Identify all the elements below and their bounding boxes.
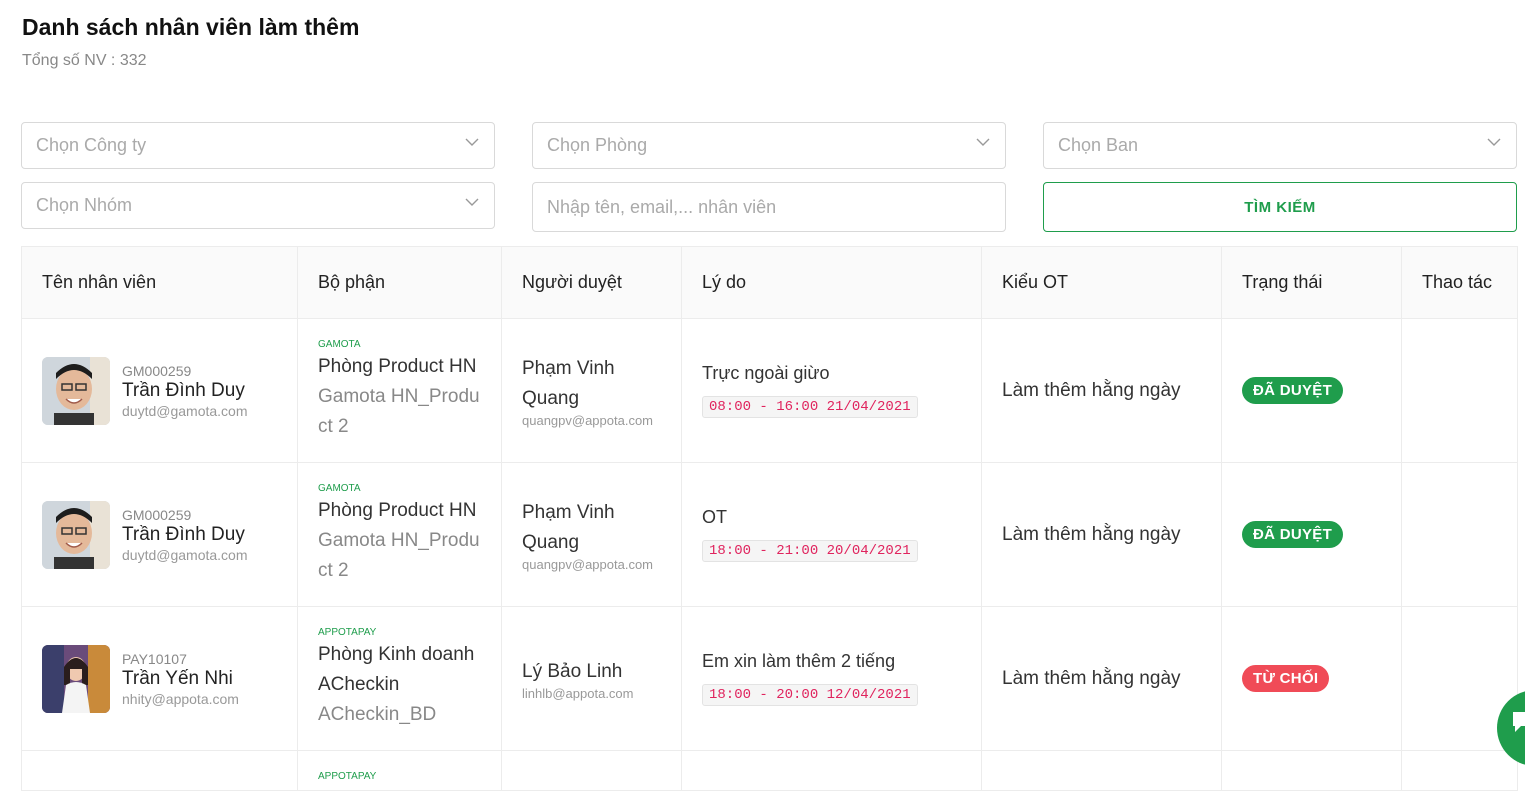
company-select[interactable]: Chọn Công ty xyxy=(21,122,495,169)
table-row[interactable]: APPOTAPAY xyxy=(21,750,1518,791)
department-cell: APPOTAPAY Phòng Kinh doanh ACheckin AChe… xyxy=(297,606,502,751)
approver-cell: Phạm Vinh Quang quangpv@appota.com xyxy=(501,462,682,607)
team-name: Gamota HN_Product 2 xyxy=(318,386,480,437)
ot-type-cell: Làm thêm hằng ngày xyxy=(981,318,1222,463)
approver-cell: Lý Bảo Linh linhlb@appota.com xyxy=(501,606,682,751)
employee-name: Trần Yến Nhi xyxy=(122,667,233,689)
column-header-reason[interactable]: Lý do xyxy=(681,246,982,319)
reason-text: Trực ngoài giừo xyxy=(702,363,830,383)
status-cell xyxy=(1221,750,1402,791)
chat-bubble-icon xyxy=(1513,712,1525,732)
table-row[interactable]: GM000259 Trần Đình Duy duytd@gamota.com … xyxy=(21,462,1518,607)
employee-code: GM000259 xyxy=(122,362,192,379)
chevron-down-icon xyxy=(976,138,990,146)
approver-name: Lý Bảo Linh xyxy=(522,661,623,682)
approver-name: Phạm Vinh Quang xyxy=(522,502,615,553)
group-select-placeholder: Chọn Nhóm xyxy=(36,195,133,215)
reason-cell: Em xin làm thêm 2 tiếng 18:00 - 20:00 12… xyxy=(681,606,982,751)
employee-count: Tổng số NV : 332 xyxy=(22,52,147,69)
employee-cell: GM000259 Trần Đình Duy duytd@gamota.com xyxy=(21,462,298,607)
department-name: Phòng Product HN xyxy=(318,500,477,521)
employee-name: Trần Đình Duy xyxy=(122,379,245,401)
employee-email: nhity@appota.com xyxy=(122,690,239,707)
table-header-row: Tên nhân viên Bộ phận Người duyệt Lý do … xyxy=(21,246,1518,319)
avatar xyxy=(42,644,110,713)
ot-type-cell: Làm thêm hằng ngày xyxy=(981,462,1222,607)
reason-cell xyxy=(681,750,982,791)
approver-cell xyxy=(501,750,682,791)
team-name: Gamota HN_Product 2 xyxy=(318,530,480,581)
table-row[interactable]: PAY10107 Trần Yến Nhi nhity@appota.com A… xyxy=(21,606,1518,751)
room-select-placeholder: Chọn Phòng xyxy=(547,135,648,155)
column-header-department[interactable]: Bộ phận xyxy=(297,246,502,319)
status-cell: ĐÃ DUYỆT xyxy=(1221,318,1402,463)
time-range-chip: 18:00 - 20:00 12/04/2021 xyxy=(702,684,918,706)
column-header-actions: Thao tác xyxy=(1401,246,1518,319)
actions-cell xyxy=(1401,462,1518,607)
ot-type-cell xyxy=(981,750,1222,791)
time-range-chip: 18:00 - 21:00 20/04/2021 xyxy=(702,540,918,562)
company-label: APPOTAPAY xyxy=(318,627,377,638)
company-label: GAMOTA xyxy=(318,483,361,494)
chevron-down-icon xyxy=(1487,138,1501,146)
status-badge: ĐÃ DUYỆT xyxy=(1242,521,1344,548)
company-label: GAMOTA xyxy=(318,339,361,350)
reason-cell: OT 18:00 - 21:00 20/04/2021 xyxy=(681,462,982,607)
ot-type-text: Làm thêm hằng ngày xyxy=(1002,379,1181,401)
column-header-ot-type[interactable]: Kiểu OT xyxy=(981,246,1222,319)
status-cell: TỪ CHỐI xyxy=(1221,606,1402,751)
employee-email: duytd@gamota.com xyxy=(122,402,248,419)
status-cell: ĐÃ DUYỆT xyxy=(1221,462,1402,607)
actions-cell xyxy=(1401,750,1518,791)
employee-code: PAY10107 xyxy=(122,650,187,667)
time-range-chip: 08:00 - 16:00 21/04/2021 xyxy=(702,396,918,418)
department-cell: APPOTAPAY xyxy=(297,750,502,791)
table-row[interactable]: GM000259 Trần Đình Duy duytd@gamota.com … xyxy=(21,318,1518,463)
department-name: Phòng Kinh doanh ACheckin xyxy=(318,644,475,695)
column-header-approver[interactable]: Người duyệt xyxy=(501,246,682,319)
chevron-down-icon xyxy=(465,198,479,206)
status-badge: TỪ CHỐI xyxy=(1242,665,1330,692)
employee-email: duytd@gamota.com xyxy=(122,546,248,563)
company-select-placeholder: Chọn Công ty xyxy=(36,135,147,155)
reason-text: OT xyxy=(702,507,727,527)
board-select[interactable]: Chọn Ban xyxy=(1043,122,1517,169)
approver-email: quangpv@appota.com xyxy=(522,557,654,572)
approver-email: quangpv@appota.com xyxy=(522,413,654,428)
overtime-table: Tên nhân viên Bộ phận Người duyệt Lý do … xyxy=(21,246,1518,791)
avatar xyxy=(42,356,110,425)
page-title: Danh sách nhân viên làm thêm xyxy=(22,14,360,40)
ot-type-text: Làm thêm hằng ngày xyxy=(1002,523,1181,545)
employee-search-input[interactable] xyxy=(532,182,1006,232)
board-select-placeholder: Chọn Ban xyxy=(1058,135,1139,155)
employee-name: Trần Đình Duy xyxy=(122,523,245,545)
reason-text: Em xin làm thêm 2 tiếng xyxy=(702,651,896,671)
chevron-down-icon xyxy=(465,138,479,146)
employee-cell xyxy=(21,750,298,791)
column-header-employee[interactable]: Tên nhân viên xyxy=(21,246,298,319)
approver-email: linhlb@appota.com xyxy=(522,686,634,701)
ot-type-text: Làm thêm hằng ngày xyxy=(1002,667,1181,689)
department-cell: GAMOTA Phòng Product HN Gamota HN_Produc… xyxy=(297,462,502,607)
ot-type-cell: Làm thêm hằng ngày xyxy=(981,606,1222,751)
actions-cell xyxy=(1401,318,1518,463)
employee-cell: PAY10107 Trần Yến Nhi nhity@appota.com xyxy=(21,606,298,751)
avatar xyxy=(42,500,110,569)
team-name: ACheckin_BD xyxy=(318,704,437,725)
column-header-status[interactable]: Trạng thái xyxy=(1221,246,1402,319)
department-cell: GAMOTA Phòng Product HN Gamota HN_Produc… xyxy=(297,318,502,463)
group-select[interactable]: Chọn Nhóm xyxy=(21,182,495,229)
reason-cell: Trực ngoài giừo 08:00 - 16:00 21/04/2021 xyxy=(681,318,982,463)
room-select[interactable]: Chọn Phòng xyxy=(532,122,1006,169)
approver-name: Phạm Vinh Quang xyxy=(522,358,615,409)
employee-cell: GM000259 Trần Đình Duy duytd@gamota.com xyxy=(21,318,298,463)
search-button[interactable]: TÌM KIẾM xyxy=(1043,182,1517,232)
employee-code: GM000259 xyxy=(122,506,192,523)
department-name: Phòng Product HN xyxy=(318,356,477,377)
status-badge: ĐÃ DUYỆT xyxy=(1242,377,1344,404)
approver-cell: Phạm Vinh Quang quangpv@appota.com xyxy=(501,318,682,463)
